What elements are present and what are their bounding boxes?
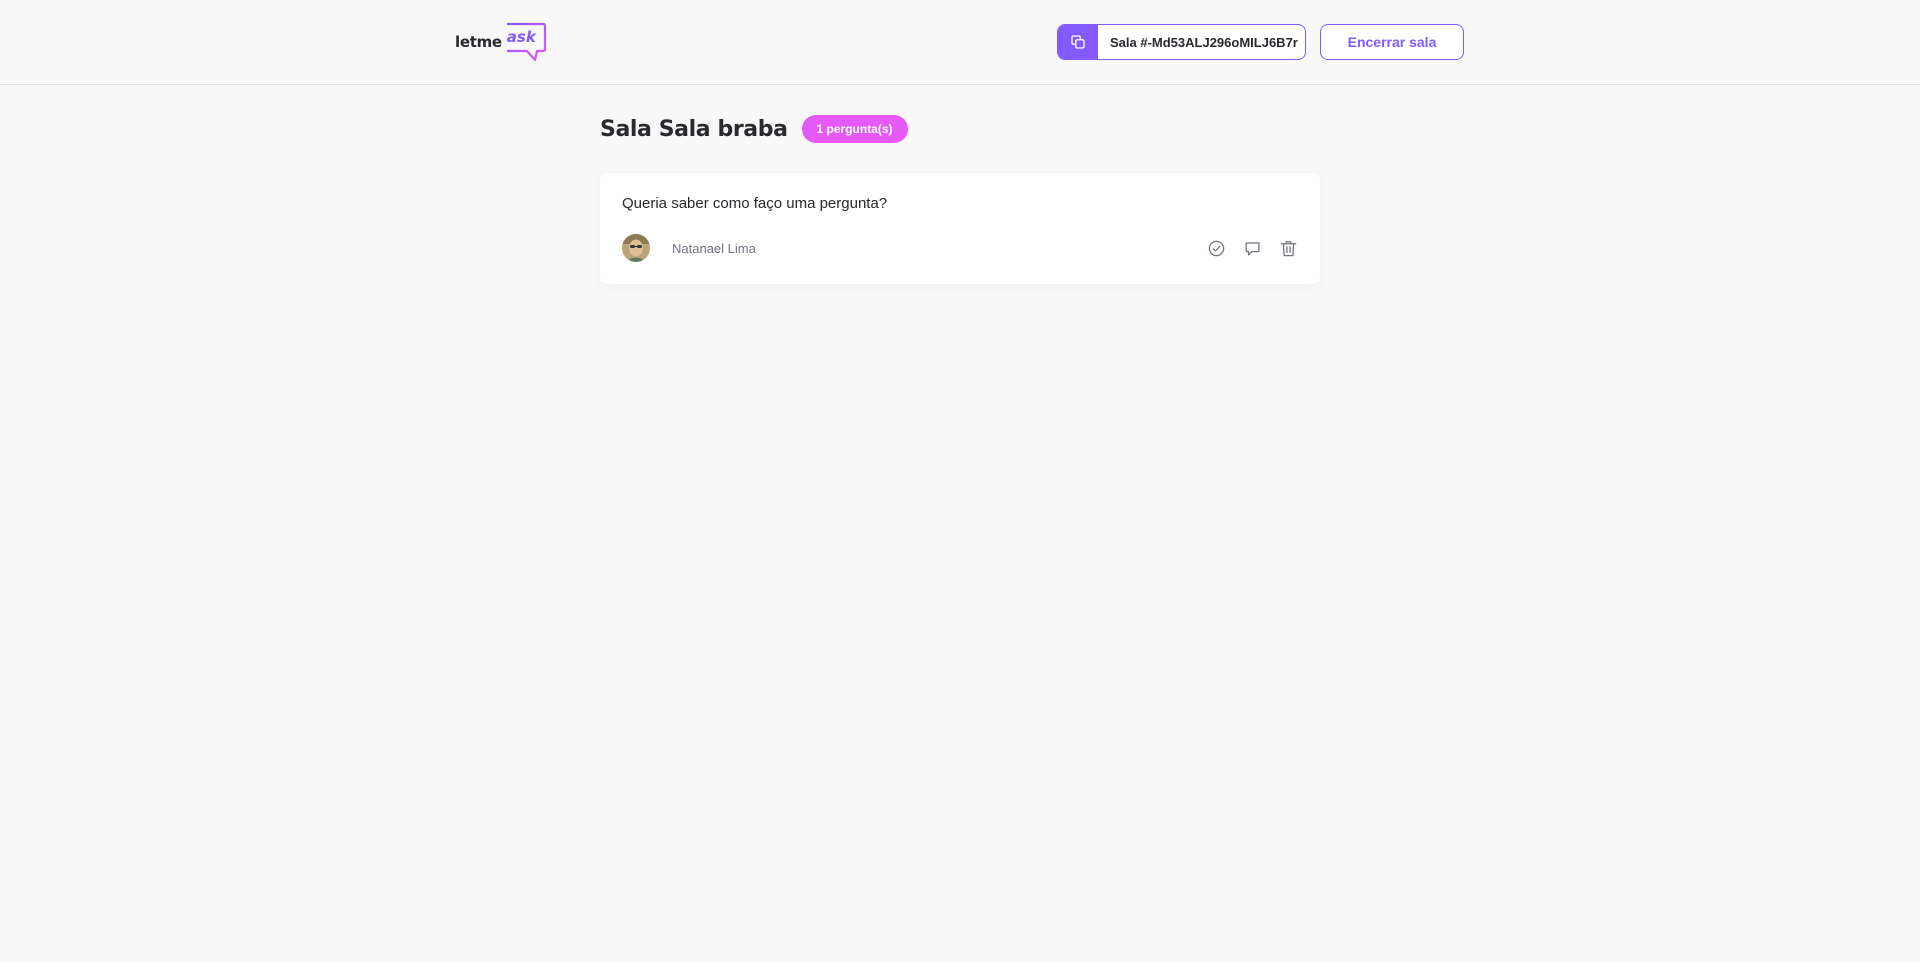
room-title-row: Sala Sala braba 1 pergunta(s)	[600, 115, 1320, 143]
question-actions	[1206, 238, 1298, 258]
close-room-button[interactable]: Encerrar sala	[1320, 24, 1464, 60]
letmeask-logo: letme ask	[455, 21, 547, 63]
question-content: Queria saber como faço uma pergunta?	[622, 195, 888, 212]
question-footer: Natanael Lima	[622, 234, 1298, 262]
answer-icon[interactable]	[1242, 238, 1262, 258]
avatar	[622, 234, 650, 262]
room-code-button[interactable]: Sala #-Md53ALJ296oMILJ6B7r	[1057, 24, 1306, 60]
question-count-badge: 1 pergunta(s)	[801, 115, 908, 143]
room-code-label: Sala #-Md53ALJ296oMILJ6B7r	[1110, 34, 1298, 50]
logo-speech-bubble: ask	[503, 22, 547, 62]
question-author: Natanael Lima	[622, 234, 756, 262]
logo-accent-text: ask	[506, 28, 536, 46]
copy-icon[interactable]	[1058, 25, 1098, 59]
check-circle-icon[interactable]	[1206, 238, 1226, 258]
author-name: Natanael Lima	[672, 240, 756, 256]
main-content: Sala Sala braba 1 pergunta(s) Queria sab…	[600, 85, 1320, 284]
page-title: Sala Sala braba	[600, 116, 788, 142]
question-card: Queria saber como faço uma pergunta? Nat…	[600, 173, 1320, 284]
top-bar: letme ask Sala #-Md53ALJ296oMILJ6B7r Enc…	[0, 0, 1920, 85]
logo-text: letme	[455, 33, 502, 51]
delete-icon[interactable]	[1278, 238, 1298, 258]
